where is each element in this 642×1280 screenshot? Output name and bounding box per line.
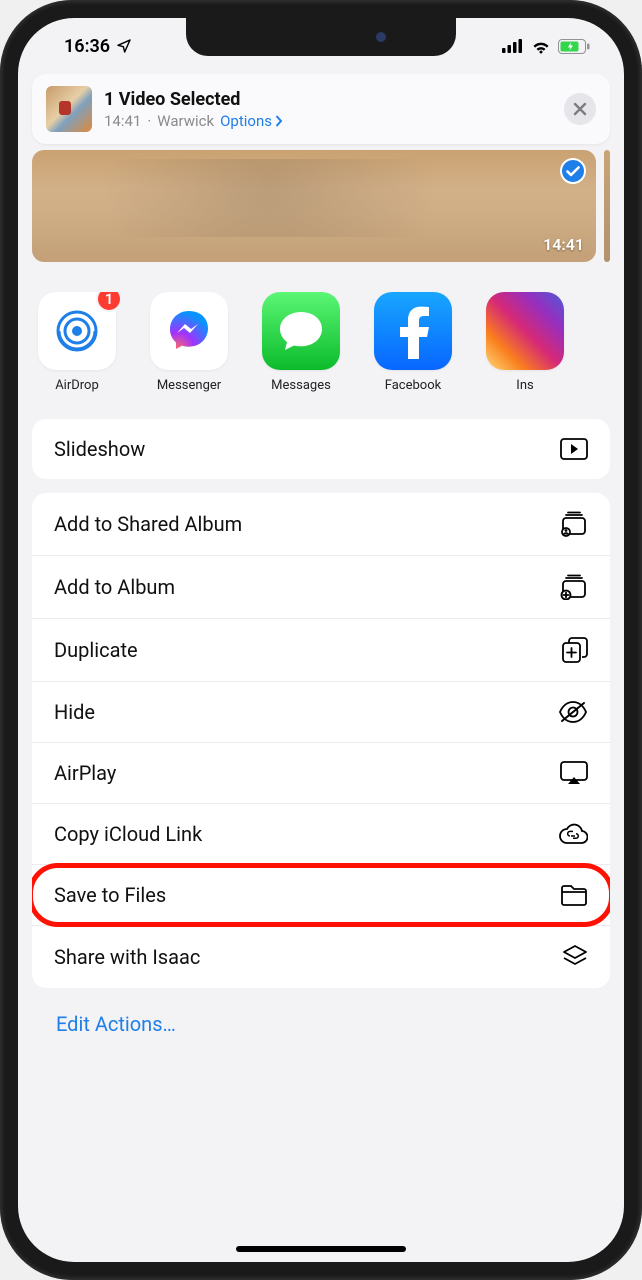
edit-actions-link[interactable]: Edit Actions… [32, 994, 610, 1054]
app-airdrop[interactable]: 1 AirDrop [38, 292, 116, 393]
app-messages[interactable]: Messages [262, 292, 340, 393]
home-indicator[interactable] [236, 1246, 406, 1252]
location-icon [116, 38, 132, 54]
options-link[interactable]: Options [220, 112, 283, 130]
selected-check-icon [560, 158, 586, 184]
action-group-1: Slideshow [32, 419, 610, 479]
duplicate-icon [562, 637, 588, 663]
play-rect-icon [560, 438, 588, 460]
preview-duration: 14:41 [543, 235, 584, 254]
action-hide[interactable]: Hide [32, 681, 610, 742]
action-add-album[interactable]: Add to Album [32, 555, 610, 618]
app-messenger[interactable]: Messenger [150, 292, 228, 393]
badge: 1 [96, 292, 122, 312]
header-thumbnail [46, 86, 92, 132]
folder-icon [560, 884, 588, 906]
messages-icon [276, 308, 326, 354]
action-slideshow[interactable]: Slideshow [32, 419, 610, 479]
header-title: 1 Video Selected [104, 89, 552, 110]
facebook-icon [395, 303, 431, 359]
action-copy-icloud-link[interactable]: Copy iCloud Link [32, 803, 610, 864]
app-facebook[interactable]: Facebook [374, 292, 452, 393]
action-add-shared-album[interactable]: Add to Shared Album [32, 493, 610, 555]
preview-item[interactable]: 14:41 [32, 150, 596, 262]
chevron-right-icon [274, 115, 283, 127]
airplay-icon [560, 761, 588, 785]
preview-row[interactable]: 14:41 [32, 150, 610, 262]
close-icon [573, 102, 587, 116]
share-header: 1 Video Selected 14:41 · Warwick Options [32, 74, 610, 144]
close-button[interactable] [564, 93, 596, 125]
album-plus-icon [560, 574, 588, 600]
app-instagram[interactable]: Ins [486, 292, 564, 393]
messenger-icon [161, 303, 217, 359]
status-time: 16:36 [64, 36, 110, 57]
battery-icon [558, 39, 590, 54]
action-share-with-isaac[interactable]: Share with Isaac [32, 925, 610, 988]
shared-album-icon [560, 511, 588, 537]
airdrop-icon [49, 303, 105, 359]
cloud-link-icon [558, 823, 588, 845]
share-apps-row[interactable]: 1 AirDrop Messenger Messages [32, 292, 610, 393]
action-airplay[interactable]: AirPlay [32, 742, 610, 803]
wifi-icon [530, 38, 552, 54]
header-sub-location: Warwick [157, 112, 214, 130]
action-duplicate[interactable]: Duplicate [32, 618, 610, 681]
preview-next[interactable] [604, 150, 610, 262]
header-sub-time: 14:41 [104, 112, 141, 130]
stack-icon [562, 944, 588, 970]
action-save-to-files[interactable]: Save to Files [32, 864, 610, 925]
action-group-2: Add to Shared Album Add to Album Duplica… [32, 493, 610, 988]
hide-icon [558, 701, 588, 723]
cellular-icon [502, 39, 524, 53]
